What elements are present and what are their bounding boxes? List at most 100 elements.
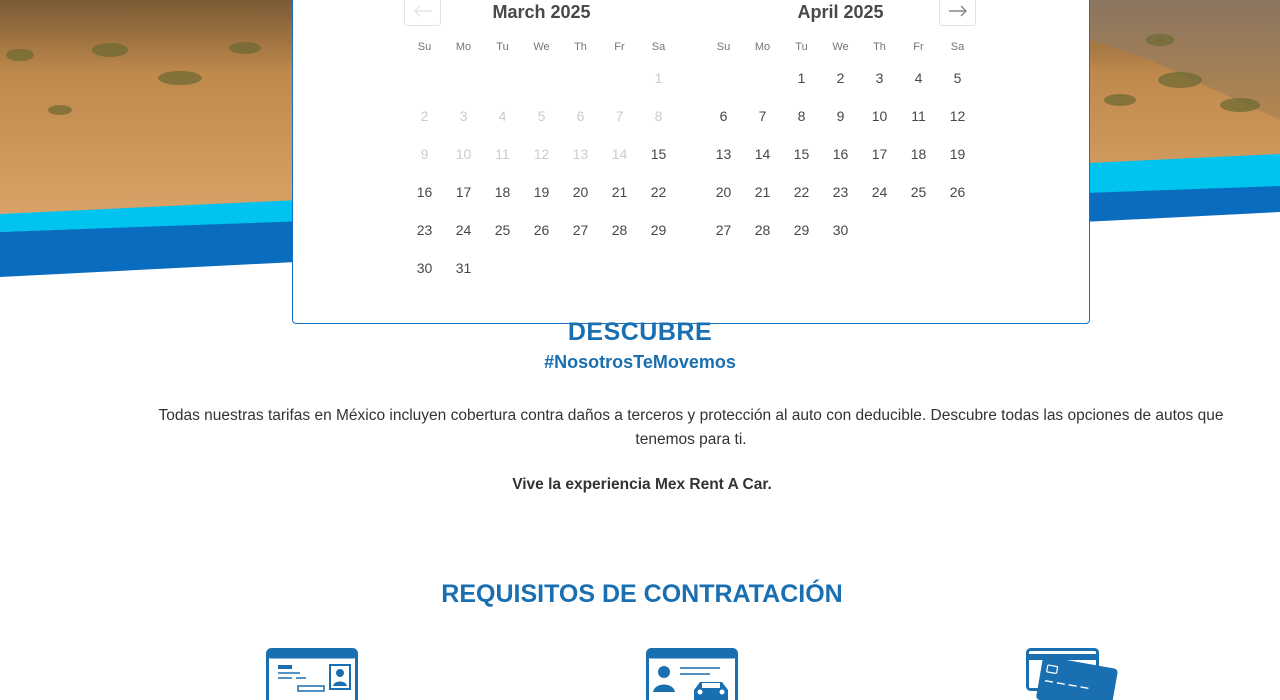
calendar-day[interactable]: 20 <box>704 173 743 211</box>
descubre-hashtag: #NosotrosTeMovemos <box>544 352 736 372</box>
calendar-day[interactable]: 18 <box>483 173 522 211</box>
calendar-day[interactable]: 5 <box>938 59 977 97</box>
calendar-day[interactable]: 22 <box>639 173 678 211</box>
driver-license-icon <box>646 648 738 700</box>
calendar-day[interactable]: 23 <box>405 211 444 249</box>
descubre-tagline: Vive la experiencia Mex Rent A Car. <box>512 476 772 493</box>
calendar-day[interactable]: 29 <box>639 211 678 249</box>
calendar-day[interactable]: 11 <box>899 97 938 135</box>
calendar-day[interactable]: 4 <box>899 59 938 97</box>
calendar-day[interactable]: 9 <box>821 97 860 135</box>
calendar-day: 13 <box>572 146 589 162</box>
calendar-day-empty <box>405 59 444 97</box>
calendar-month-april: April 2025 Su Mo Tu We Th Fr Sa 12345678… <box>704 1 977 249</box>
weekday-label: Mo <box>455 41 472 53</box>
calendar-day[interactable]: 16 <box>405 173 444 211</box>
calendar-day[interactable]: 6 <box>704 97 743 135</box>
weekday-label: Sa <box>950 41 965 53</box>
calendar-day[interactable]: 2 <box>821 59 860 97</box>
weekday-header: Su Mo Tu We Th Fr Sa <box>704 41 977 53</box>
descubre-description: Todas nuestras tarifas en México incluye… <box>158 407 1224 448</box>
weekday-label: Su <box>716 41 731 53</box>
weekday-label: Fr <box>614 41 625 53</box>
calendar-day[interactable]: 24 <box>860 173 899 211</box>
calendar-day[interactable]: 27 <box>561 211 600 249</box>
calendar-day: 12 <box>533 146 550 162</box>
weekday-label: Th <box>574 41 587 53</box>
weekday-label: Fr <box>913 41 924 53</box>
date-picker-calendar: March 2025 Su Mo Tu We Th Fr Sa 12345678… <box>292 0 1090 324</box>
descubre-heading: DESCUBRE <box>567 318 713 346</box>
calendar-day: 11 <box>495 146 510 162</box>
calendar-day: 5 <box>537 108 546 124</box>
calendar-day[interactable]: 3 <box>860 59 899 97</box>
day-grid: 1 2 3 4 5 6 7 8 9 10 11 12 13 14 15 16 17 18 19 20 21 22 23 24 2… <box>704 59 977 249</box>
calendar-day[interactable]: 17 <box>860 135 899 173</box>
calendar-day[interactable]: 26 <box>938 173 977 211</box>
weekday-label: Th <box>873 41 886 53</box>
calendar-day: 4 <box>498 108 507 124</box>
calendar-day-empty <box>522 59 561 97</box>
calendar-day: 1 <box>654 70 663 86</box>
calendar-day: 10 <box>455 146 472 162</box>
calendar-day[interactable]: 15 <box>639 135 678 173</box>
weekday-header: Su Mo Tu We Th Fr Sa <box>405 41 678 53</box>
calendar-day[interactable]: 12 <box>938 97 977 135</box>
calendar-day[interactable]: 28 <box>743 211 782 249</box>
calendar-day[interactable]: 1 <box>782 59 821 97</box>
calendar-day[interactable]: 22 <box>782 173 821 211</box>
calendar-day[interactable]: 28 <box>600 211 639 249</box>
calendar-day[interactable]: 17 <box>444 173 483 211</box>
calendar-day: 14 <box>611 146 628 162</box>
weekday-label: Mo <box>754 41 771 53</box>
credit-card-icon <box>1026 648 1118 700</box>
calendar-day[interactable]: 13 <box>704 135 743 173</box>
calendar-day: 3 <box>459 108 468 124</box>
calendar-day[interactable]: 7 <box>743 97 782 135</box>
calendar-day[interactable]: 25 <box>899 173 938 211</box>
calendar-day-empty <box>600 59 639 97</box>
id-card-icon <box>266 648 358 700</box>
calendar-day[interactable]: 27 <box>704 211 743 249</box>
calendar-day: 9 <box>420 146 429 162</box>
calendar-day-empty <box>704 59 743 97</box>
calendar-day[interactable]: 31 <box>444 249 483 287</box>
weekday-label: Tu <box>496 41 509 53</box>
calendar-day[interactable]: 19 <box>938 135 977 173</box>
calendar-day: 7 <box>615 108 624 124</box>
calendar-day[interactable]: 8 <box>782 97 821 135</box>
calendar-day-empty <box>743 59 782 97</box>
calendar-day: 8 <box>654 108 663 124</box>
calendar-day-empty <box>561 59 600 97</box>
calendar-day[interactable]: 26 <box>522 211 561 249</box>
calendar-day[interactable]: 16 <box>821 135 860 173</box>
day-grid: 1 2 3 4 5 6 7 8 9 10 11 12 13 14 15 16 17 18 19 20 21 22 23 24 2… <box>405 59 678 287</box>
calendar-day[interactable]: 23 <box>821 173 860 211</box>
calendar-day: 6 <box>576 108 585 124</box>
weekday-label: Su <box>417 41 432 53</box>
calendar-day[interactable]: 10 <box>860 97 899 135</box>
calendar-day[interactable]: 29 <box>782 211 821 249</box>
calendar-day[interactable]: 18 <box>899 135 938 173</box>
month-caption: March 2025 <box>492 2 591 22</box>
weekday-label: Sa <box>651 41 666 53</box>
calendar-day[interactable]: 21 <box>600 173 639 211</box>
requisitos-heading: REQUISITOS DE CONTRATACIÓN <box>441 580 843 608</box>
calendar-day[interactable]: 30 <box>405 249 444 287</box>
calendar-day: 2 <box>420 108 429 124</box>
calendar-day[interactable]: 30 <box>821 211 860 249</box>
month-caption: April 2025 <box>797 2 884 22</box>
calendar-day-empty <box>483 59 522 97</box>
calendar-day[interactable]: 24 <box>444 211 483 249</box>
calendar-day[interactable]: 14 <box>743 135 782 173</box>
weekday-label: We <box>832 41 849 53</box>
calendar-day[interactable]: 25 <box>483 211 522 249</box>
calendar-day-empty <box>444 59 483 97</box>
weekday-label: We <box>533 41 550 53</box>
weekday-label: Tu <box>795 41 808 53</box>
calendar-day[interactable]: 21 <box>743 173 782 211</box>
calendar-month-march: March 2025 Su Mo Tu We Th Fr Sa 12345678… <box>405 1 678 287</box>
calendar-day[interactable]: 19 <box>522 173 561 211</box>
calendar-day[interactable]: 15 <box>782 135 821 173</box>
calendar-day[interactable]: 20 <box>561 173 600 211</box>
